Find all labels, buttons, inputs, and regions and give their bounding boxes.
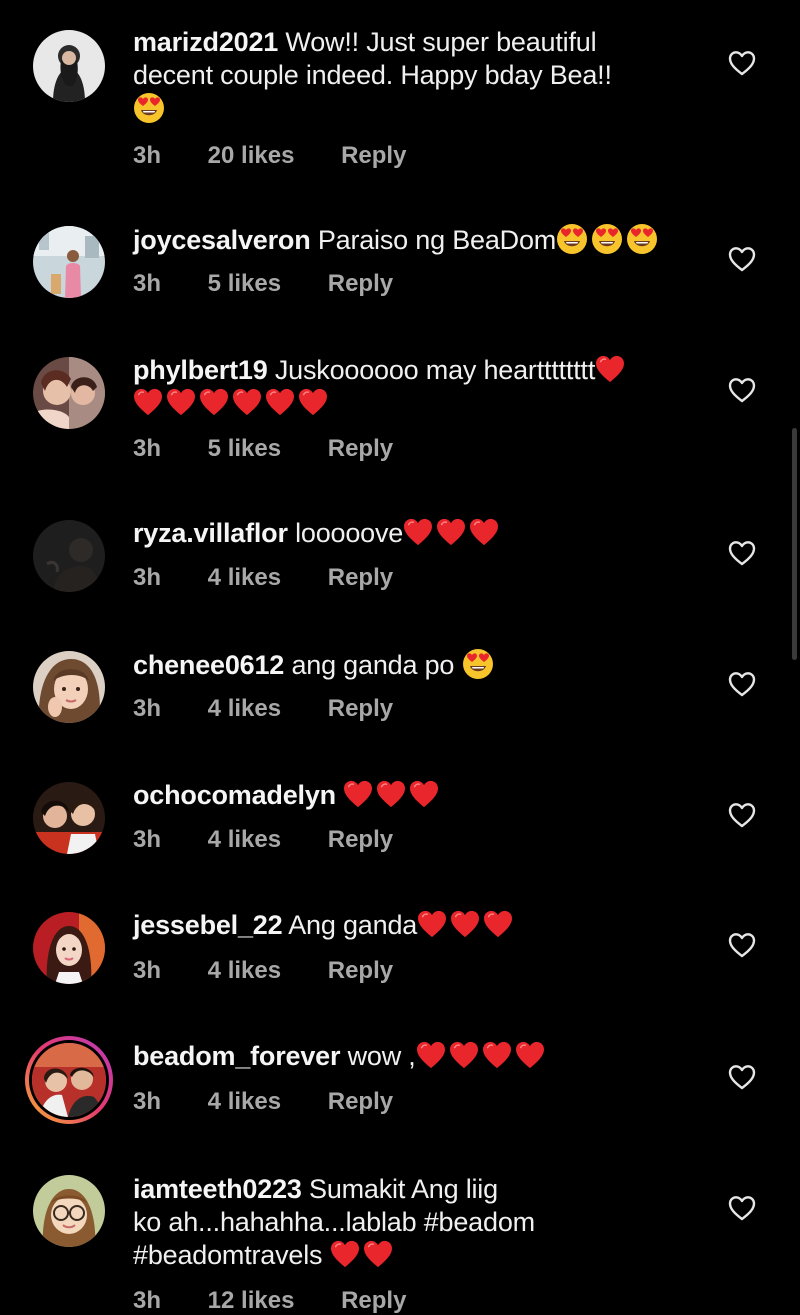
heart-outline-icon[interactable] [728, 540, 756, 566]
red-heart-emoji [403, 518, 433, 546]
comment-username[interactable]: joycesalveron [133, 225, 311, 255]
reply-button[interactable]: Reply [328, 826, 393, 854]
avatar[interactable] [33, 520, 105, 592]
comment-username[interactable]: ryza.villaflor [133, 518, 288, 548]
comment-text: Paraiso ng BeaDom [317, 225, 557, 255]
comment-text: #beadomtravels [133, 1240, 323, 1270]
red-heart-emoji [133, 388, 163, 416]
comment-text: Juskoooooo may heartttttttt [274, 355, 596, 385]
heart-eyes-emoji [556, 223, 588, 255]
avatar[interactable] [33, 782, 105, 854]
comment-timestamp: 3h [133, 435, 162, 462]
comment-likes-count[interactable]: 4 likes [208, 826, 281, 854]
heart-outline-icon[interactable] [728, 1064, 756, 1090]
red-heart-emoji [232, 388, 262, 416]
comment-timestamp: 3h [133, 142, 162, 169]
reply-button[interactable]: Reply [328, 957, 393, 985]
comment-username[interactable]: marizd2021 [133, 27, 278, 57]
heart-outline-icon[interactable] [728, 246, 756, 272]
heart-eyes-emoji [462, 648, 494, 680]
comment-text: ang ganda po [291, 650, 455, 680]
comment-username[interactable]: iamteeth0223 [133, 1174, 302, 1204]
red-heart-emoji [199, 388, 229, 416]
comment-username[interactable]: jessebel_22 [133, 910, 283, 940]
comment-timestamp: 3h [133, 1088, 162, 1115]
comment-username[interactable]: beadom_forever [133, 1041, 340, 1071]
scrollbar[interactable] [792, 428, 797, 660]
comment-username[interactable]: phylbert19 [133, 355, 268, 385]
red-heart-emoji [469, 518, 499, 546]
heart-outline-icon[interactable] [728, 932, 756, 958]
red-heart-emoji [595, 355, 625, 383]
comment-likes-count[interactable]: 5 likes [208, 270, 281, 298]
comment-text: ko ah...hahahha...lablab #beadom [133, 1207, 535, 1237]
reply-button[interactable]: Reply [341, 142, 406, 170]
heart-eyes-emoji [626, 223, 658, 255]
red-heart-emoji [376, 780, 406, 808]
avatar[interactable] [33, 1175, 105, 1247]
reply-button[interactable]: Reply [328, 435, 393, 463]
avatar[interactable] [33, 651, 105, 723]
comment-text: wow , [347, 1041, 416, 1071]
comment-timestamp: 3h [133, 270, 162, 297]
red-heart-emoji [436, 518, 466, 546]
red-heart-emoji [409, 780, 439, 808]
avatar[interactable] [33, 226, 105, 298]
red-heart-emoji [298, 388, 328, 416]
comment-username[interactable]: ochocomadelyn [133, 780, 336, 810]
heart-outline-icon[interactable] [728, 1195, 756, 1221]
red-heart-emoji [265, 388, 295, 416]
comment-timestamp: 3h [133, 695, 162, 722]
comment-timestamp: 3h [133, 826, 162, 853]
comment-likes-count[interactable]: 4 likes [208, 695, 281, 723]
red-heart-emoji [417, 910, 447, 938]
comment-text: decent couple indeed. Happy bday Bea!! [133, 60, 612, 90]
comment-text: Sumakit Ang liig [309, 1174, 498, 1204]
avatar[interactable] [33, 357, 105, 429]
red-heart-emoji [330, 1240, 360, 1268]
avatar[interactable] [33, 912, 105, 984]
red-heart-emoji [449, 1041, 479, 1069]
comment-likes-count[interactable]: 5 likes [208, 435, 281, 463]
reply-button[interactable]: Reply [328, 695, 393, 723]
comment-timestamp: 3h [133, 564, 162, 591]
heart-outline-icon[interactable] [728, 50, 756, 76]
reply-button[interactable]: Reply [328, 270, 393, 298]
comment-timestamp: 3h [133, 957, 162, 984]
comment-likes-count[interactable]: 20 likes [208, 142, 295, 170]
comment-likes-count[interactable]: 4 likes [208, 957, 281, 985]
comment-username[interactable]: chenee0612 [133, 650, 284, 680]
comment-text: Wow!! Just super beautiful [285, 27, 597, 57]
red-heart-emoji [515, 1041, 545, 1069]
comment-text: Ang ganda [288, 910, 418, 940]
red-heart-emoji [166, 388, 196, 416]
heart-outline-icon[interactable] [728, 377, 756, 403]
red-heart-emoji [363, 1240, 393, 1268]
comment-text: looooove [295, 518, 404, 548]
avatar[interactable] [33, 30, 105, 102]
red-heart-emoji [482, 1041, 512, 1069]
red-heart-emoji [416, 1041, 446, 1069]
reply-button[interactable]: Reply [328, 1088, 393, 1116]
heart-eyes-emoji [133, 92, 165, 124]
red-heart-emoji [343, 780, 373, 808]
heart-outline-icon[interactable] [728, 671, 756, 697]
avatar[interactable] [25, 1036, 113, 1124]
heart-outline-icon[interactable] [728, 802, 756, 828]
comment-likes-count[interactable]: 4 likes [208, 564, 281, 592]
heart-eyes-emoji [591, 223, 623, 255]
reply-button[interactable]: Reply [328, 564, 393, 592]
red-heart-emoji [450, 910, 480, 938]
comment-likes-count[interactable]: 4 likes [208, 1088, 281, 1116]
red-heart-emoji [483, 910, 513, 938]
